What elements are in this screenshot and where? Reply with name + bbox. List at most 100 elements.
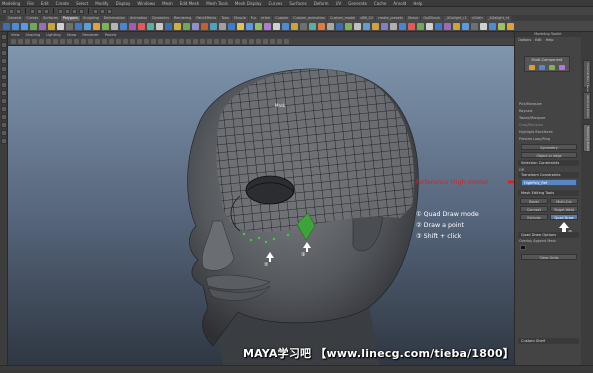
viewport-tool-icon[interactable] xyxy=(221,39,226,44)
menu-item[interactable]: UV xyxy=(336,1,342,6)
shelf-tool-icon[interactable] xyxy=(372,22,379,30)
object-mode-icon[interactable] xyxy=(44,8,49,14)
shelf-tool-icon[interactable] xyxy=(156,22,163,30)
viewport-tool-icon[interactable] xyxy=(284,39,289,44)
menu-item[interactable]: Edit Mesh xyxy=(180,1,200,6)
shelf-tool-icon[interactable] xyxy=(174,22,181,30)
shelf-tool-icon[interactable] xyxy=(507,22,514,30)
shelf-tool-icon[interactable] xyxy=(471,22,478,30)
viewport-menu-renderer[interactable]: Renderer xyxy=(82,33,98,37)
shelf-tool-icon[interactable] xyxy=(66,22,73,30)
viewport-tool-icon[interactable] xyxy=(263,39,268,44)
shelf-tool-icon[interactable] xyxy=(309,22,316,30)
shelf-tool-icon[interactable] xyxy=(336,22,343,30)
render-icon[interactable] xyxy=(93,8,98,14)
viewport-tool-icon[interactable] xyxy=(11,39,16,44)
option-highlight-backfaces[interactable]: Highlight Backfaces xyxy=(519,130,553,134)
transform-constraints-header[interactable]: Transform Constraints xyxy=(518,172,579,178)
viewport-menu-view[interactable]: View xyxy=(11,33,20,37)
symmetry-button[interactable]: Symmetry xyxy=(521,144,577,150)
shelf-tool-icon[interactable] xyxy=(390,22,397,30)
viewport-tool-icon[interactable] xyxy=(214,39,219,44)
shelf-tool-icon[interactable] xyxy=(12,22,19,30)
shelf-tool-icon[interactable] xyxy=(84,22,91,30)
menu-item[interactable]: Generate xyxy=(348,1,367,6)
face-mode-icon[interactable] xyxy=(549,65,555,70)
lasso-tool-icon[interactable] xyxy=(1,42,7,48)
viewport-tool-icon[interactable] xyxy=(179,39,184,44)
shelf-tool-icon[interactable] xyxy=(138,22,145,30)
component-mode-icon[interactable] xyxy=(37,8,42,14)
multi-cut-button[interactable]: Multi-Cut xyxy=(550,198,578,204)
paint-select-icon[interactable] xyxy=(1,50,7,56)
snap-point-icon[interactable] xyxy=(72,8,77,14)
viewport-tool-icon[interactable] xyxy=(109,39,114,44)
overlay-append-option[interactable]: Overlay Append Mesh xyxy=(519,239,556,243)
target-weld-button[interactable]: Target Weld xyxy=(550,206,578,212)
shelf-tool-icon[interactable] xyxy=(237,22,244,30)
viewport-tool-icon[interactable] xyxy=(130,39,135,44)
snap-surface-icon[interactable] xyxy=(79,8,84,14)
menu-item[interactable]: Windows xyxy=(137,1,155,6)
viewport-tool-icon[interactable] xyxy=(46,39,51,44)
panel-tab-options[interactable]: Options xyxy=(518,38,531,42)
layout-graph-icon[interactable] xyxy=(1,122,7,128)
shelf-tool-icon[interactable] xyxy=(318,22,325,30)
viewport-tool-icon[interactable] xyxy=(200,39,205,44)
shelf-tool-icon[interactable] xyxy=(57,22,64,30)
menu-item[interactable]: Mesh xyxy=(162,1,173,6)
shelf-tool-icon[interactable] xyxy=(489,22,496,30)
shelf-tool-icon[interactable] xyxy=(39,22,46,30)
shelf-tool-icon[interactable] xyxy=(498,22,505,30)
layout-four-icon[interactable] xyxy=(1,98,7,104)
shelf-tool-icon[interactable] xyxy=(192,22,199,30)
shelf-tool-icon[interactable] xyxy=(363,22,370,30)
ipr-render-icon[interactable] xyxy=(100,8,105,14)
viewport-tool-icon[interactable] xyxy=(95,39,100,44)
shelf-tool-icon[interactable] xyxy=(75,22,82,30)
viewport-tool-icon[interactable] xyxy=(277,39,282,44)
menu-item[interactable]: Mesh Tools xyxy=(206,1,228,6)
menu-item[interactable]: Modeling xyxy=(2,1,20,6)
side-tab-modeling-toolkit[interactable]: Modeling Toolkit xyxy=(583,124,591,152)
viewport-tool-icon[interactable] xyxy=(270,39,275,44)
panel-tab-help[interactable]: Help xyxy=(546,38,554,42)
multi-component-button[interactable]: Multi-Component xyxy=(524,56,570,72)
mesh-editing-header[interactable]: Mesh Editing Tools xyxy=(518,190,579,196)
snap-grid-icon[interactable] xyxy=(58,8,63,14)
layout-render-icon[interactable] xyxy=(1,138,7,144)
menu-item[interactable]: Modify xyxy=(95,1,108,6)
viewport-tool-icon[interactable] xyxy=(81,39,86,44)
shelf-tool-icon[interactable] xyxy=(219,22,226,30)
shelf-tool-icon[interactable] xyxy=(417,22,424,30)
shelf-tool-icon[interactable] xyxy=(255,22,262,30)
shelf-tool-icon[interactable] xyxy=(300,22,307,30)
menu-item[interactable]: File xyxy=(27,1,34,6)
shelf-tool-icon[interactable] xyxy=(282,22,289,30)
move-tool-icon[interactable] xyxy=(1,58,7,64)
shelf-tool-icon[interactable] xyxy=(183,22,190,30)
viewport-menu-lighting[interactable]: Lighting xyxy=(46,33,61,37)
shelf-tool-icon[interactable] xyxy=(354,22,361,30)
shelf-tool-icon[interactable] xyxy=(444,22,451,30)
new-scene-icon[interactable] xyxy=(2,8,7,14)
rotate-tool-icon[interactable] xyxy=(1,66,7,72)
viewport-tool-icon[interactable] xyxy=(88,39,93,44)
viewport-tool-icon[interactable] xyxy=(32,39,37,44)
shelf-tool-icon[interactable] xyxy=(435,22,442,30)
viewport-tool-icon[interactable] xyxy=(151,39,156,44)
shelf-tool-icon[interactable] xyxy=(210,22,217,30)
scale-tool-icon[interactable] xyxy=(1,74,7,80)
viewport-tool-icon[interactable] xyxy=(116,39,121,44)
shelf-tool-icon[interactable] xyxy=(30,22,37,30)
viewport-tool-icon[interactable] xyxy=(25,39,30,44)
menu-item[interactable]: Cache xyxy=(374,1,386,6)
clear-grids-button[interactable]: Clear Grids xyxy=(521,254,577,260)
color-swatch[interactable] xyxy=(520,245,526,250)
viewport-tool-icon[interactable] xyxy=(249,39,254,44)
menu-item[interactable]: Edit xyxy=(41,1,49,6)
option-preview-loop[interactable]: Preview Loop/Ring xyxy=(519,137,550,141)
option-pick-marquee[interactable]: Pick/Marquee xyxy=(519,102,542,106)
shelf-tool-icon[interactable] xyxy=(165,22,172,30)
shelf-tool-icon[interactable] xyxy=(327,22,334,30)
